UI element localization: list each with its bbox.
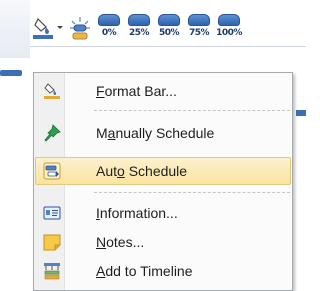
menu-item-label: Information... [96, 205, 178, 221]
menu-item-information[interactable]: Information... [35, 199, 291, 227]
menu-item-label: Add to Timeline [96, 263, 193, 279]
dropdown-arrow-icon [57, 26, 63, 29]
format-bar-icon [44, 83, 60, 99]
menu-item-notes[interactable]: Notes... [35, 228, 291, 256]
percent-label: 50% [158, 28, 180, 38]
milestone-icon [70, 17, 90, 40]
bar-color-button[interactable] [32, 14, 54, 42]
gantt-bar-fragment [0, 70, 22, 76]
menu-item-label: Format Bar... [96, 83, 177, 99]
percent-label: 100% [216, 28, 242, 38]
bar-color-dropdown[interactable] [56, 14, 64, 42]
task-bar-icon [218, 14, 240, 26]
mini-toolbar: 0% 25% 50% 75% 100% [30, 0, 306, 47]
menu-item-format-bar[interactable]: Format Bar... [35, 77, 291, 105]
percent-75-button[interactable]: 75% [188, 14, 210, 42]
menu-separator [94, 110, 290, 111]
percent-50-button[interactable]: 50% [158, 14, 180, 42]
context-menu: Format Bar... Manually Schedule Auto Sch… [33, 72, 293, 291]
menu-item-label: Manually Schedule [96, 125, 215, 141]
menu-item-manually-schedule[interactable]: Manually Schedule [35, 119, 291, 147]
information-icon [43, 206, 61, 220]
pin-icon [44, 124, 61, 142]
percent-label: 0% [101, 28, 117, 38]
menu-item-label: Auto Schedule [96, 163, 188, 179]
percent-label: 25% [128, 28, 150, 38]
ribbon-left-panel [0, 0, 30, 58]
gantt-bar-fragment [296, 110, 306, 116]
task-bar-icon [158, 14, 180, 26]
menu-item-auto-schedule[interactable]: Auto Schedule [35, 157, 291, 185]
task-bar-icon [128, 14, 150, 26]
auto-schedule-icon [43, 162, 61, 180]
menu-item-label: Notes... [96, 234, 145, 250]
task-bar-icon [98, 14, 120, 26]
percent-25-button[interactable]: 25% [128, 14, 150, 42]
task-bar-icon [188, 14, 210, 26]
add-to-timeline-icon [44, 263, 60, 280]
notes-icon [43, 234, 61, 251]
menu-separator [94, 192, 290, 193]
percent-label: 75% [188, 28, 210, 38]
menu-item-add-to-timeline[interactable]: Add to Timeline [35, 257, 291, 285]
milestone-button[interactable] [68, 14, 92, 42]
percent-100-button[interactable]: 100% [216, 14, 242, 42]
bar-color-icon [33, 17, 53, 39]
percent-0-button[interactable]: 0% [98, 14, 120, 42]
